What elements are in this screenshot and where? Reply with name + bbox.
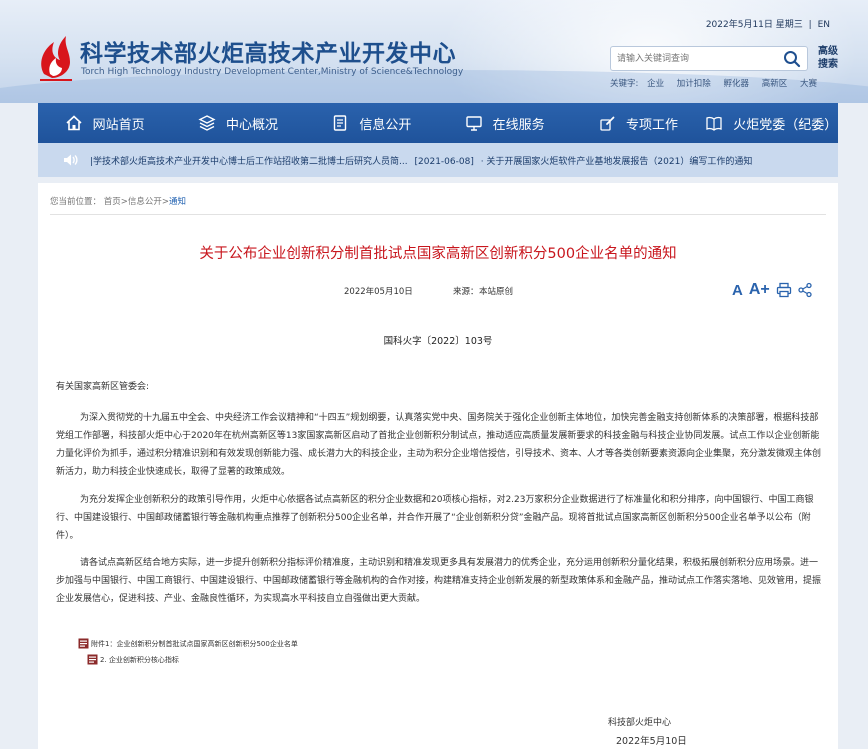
- ticker-items: |学技术部火炬高技术产业开发中心博士后工作站招收第二批博士后研究人员简... […: [90, 154, 756, 167]
- keyword-link[interactable]: 大赛: [800, 79, 817, 89]
- nav-label: 中心概况: [225, 117, 278, 133]
- signature-date: 2022年5月10日: [616, 736, 687, 747]
- nav-item-info[interactable]: 信息公开: [305, 103, 438, 143]
- paragraph: 请各试点高新区结合地方实际，进一步提升创新积分指标评价精准度，主动识别和精准发现…: [56, 558, 822, 604]
- article-title: 关于公布企业创新积分制首批试点国家高新区创新积分500企业名单的通知: [199, 246, 677, 262]
- book-icon: [706, 116, 722, 131]
- torch-logo-icon[interactable]: [36, 30, 76, 82]
- breadcrumb-label: 您当前位置：: [50, 197, 102, 207]
- print-icon[interactable]: [776, 282, 792, 298]
- current-date: 2022年5月11日 星期三: [705, 20, 803, 30]
- salutation: 有关国家高新区管委会:: [56, 382, 150, 392]
- pen-icon: [600, 116, 615, 131]
- nav-label: 专项工作: [625, 117, 678, 133]
- breadcrumb-divider: [50, 214, 826, 215]
- breadcrumb-home[interactable]: 首页: [104, 197, 121, 207]
- search-box: [610, 46, 808, 71]
- nav-item-party[interactable]: 火炬党委（纪委）: [705, 103, 838, 143]
- article-panel: 您当前位置： 首页>信息公开>通知 关于公布企业创新积分制首批试点国家高新区创新…: [38, 183, 838, 749]
- nav-label: 信息公开: [359, 117, 412, 133]
- breadcrumb-sep: >: [120, 197, 128, 207]
- breadcrumb-sep: >: [161, 197, 169, 207]
- attachment-label: 2. 企业创新积分核心指标: [100, 655, 179, 664]
- attachment-link[interactable]: 附件1：企业创新积分制首批试点国家高新区创新积分500企业名单: [78, 638, 298, 649]
- home-icon: [66, 115, 82, 131]
- paragraph: 为充分发挥企业创新积分的政策引导作用，火炬中心依据各试点高新区的积分企业数据和2…: [56, 495, 814, 541]
- nav-item-services[interactable]: 在线服务: [438, 103, 571, 143]
- speaker-icon: [64, 154, 78, 166]
- main-nav: 网站首页 中心概况 信息公开 在线服务 专项工作 火炬党委（纪委）: [38, 103, 838, 143]
- document-icon: [334, 115, 347, 131]
- signature: 科技部火炬中心: [608, 718, 672, 728]
- source-label: 来源：: [453, 287, 479, 297]
- english-link[interactable]: EN: [818, 20, 830, 30]
- news-ticker: |学技术部火炬高技术产业开发中心博士后工作站招收第二批博士后研究人员简... […: [38, 143, 838, 177]
- keyword-link[interactable]: 高新区: [762, 79, 788, 89]
- site-header: 科学技术部火炬高技术产业开发中心 Torch High Technology I…: [0, 0, 868, 103]
- breadcrumb-info[interactable]: 信息公开: [128, 197, 162, 207]
- hot-keywords: 关键字: 企业 加计扣除 孵化器 高新区 大赛: [610, 77, 827, 89]
- monitor-icon: [465, 116, 482, 131]
- publish-date: 2022年05月10日: [344, 287, 413, 297]
- nav-label: 在线服务: [492, 117, 545, 133]
- font-decrease-button[interactable]: A: [732, 282, 743, 299]
- document-number: 国科火字〔2022〕103号: [383, 336, 493, 347]
- site-title[interactable]: 科学技术部火炬高技术产业开发中心: [80, 34, 456, 68]
- paragraph: 为深入贯彻党的十九届五中全会、中央经济工作会议精神和“十四五”规划纲要，认真落实…: [56, 413, 822, 477]
- attachment-label: 附件1：企业创新积分制首批试点国家高新区创新积分500企业名单: [91, 639, 298, 648]
- topbar-separator: |: [808, 20, 812, 30]
- nav-item-about[interactable]: 中心概况: [171, 103, 304, 143]
- share-icon[interactable]: [797, 282, 813, 298]
- top-utility-bar: 2022年5月11日 星期三 | EN: [703, 17, 830, 30]
- ticker-date: [2021-06-08]: [414, 156, 474, 167]
- font-increase-button[interactable]: A+: [749, 281, 770, 299]
- layers-icon: [198, 115, 216, 131]
- keyword-link[interactable]: 企业: [647, 79, 664, 89]
- site-subtitle: Torch High Technology Industry Developme…: [81, 67, 464, 77]
- nav-label: 火炬党委（纪委）: [733, 117, 838, 133]
- search-input[interactable]: [617, 51, 777, 67]
- attachment-file-icon: [87, 654, 98, 665]
- breadcrumb-current[interactable]: 通知: [169, 197, 186, 207]
- advanced-search-link[interactable]: 高级搜索: [815, 45, 841, 71]
- attachment-link[interactable]: 2. 企业创新积分核心指标: [87, 654, 179, 665]
- nav-item-home[interactable]: 网站首页: [38, 103, 171, 143]
- ticker-link[interactable]: |学技术部火炬高技术产业开发中心博士后工作站招收第二批博士后研究人员简...: [90, 157, 408, 167]
- article-tools: A A+: [732, 281, 818, 299]
- attachment-file-icon: [78, 638, 89, 649]
- breadcrumb: 您当前位置： 首页>信息公开>通知: [50, 195, 186, 207]
- nav-label: 网站首页: [92, 117, 145, 133]
- source-value: 本站原创: [479, 287, 514, 297]
- keyword-link[interactable]: 孵化器: [724, 79, 750, 89]
- search-icon[interactable]: [783, 50, 801, 68]
- keyword-link[interactable]: 加计扣除: [677, 79, 711, 89]
- ticker-link[interactable]: · 关于开展国家火炬软件产业基地发展报告（2021）编写工作的通知: [481, 157, 753, 167]
- keywords-label: 关键字:: [610, 79, 639, 89]
- nav-item-projects[interactable]: 专项工作: [571, 103, 704, 143]
